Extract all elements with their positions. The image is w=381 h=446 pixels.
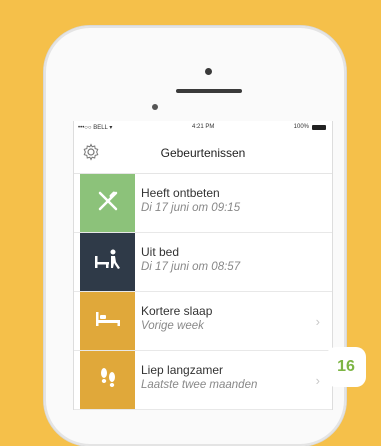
event-row-breakfast[interactable]: Heeft ontbeten Di 17 juni om 09:15 bbox=[74, 174, 332, 233]
nav-bar: Gebeurtenissen bbox=[74, 133, 332, 174]
page-title: Gebeurtenissen bbox=[160, 146, 246, 160]
event-tile bbox=[80, 292, 135, 350]
event-title: Liep langzamer bbox=[141, 363, 224, 377]
chevron-right-icon: › bbox=[315, 314, 320, 329]
camera-icon bbox=[205, 68, 212, 75]
event-tile bbox=[80, 351, 135, 409]
event-row-walked-slower[interactable]: Liep langzamer Laatste twee maanden › bbox=[74, 351, 332, 410]
battery-percent: 100% bbox=[293, 124, 309, 130]
event-row-shorter-sleep[interactable]: Kortere slaap Vorige week › bbox=[74, 292, 332, 351]
fork-knife-icon bbox=[95, 188, 121, 219]
sensor-dot bbox=[152, 104, 158, 110]
event-list: Heeft ontbeten Di 17 juni om 09:15 Uit b… bbox=[74, 174, 332, 410]
person-leaving-bed-icon bbox=[93, 248, 123, 277]
bed-icon bbox=[94, 310, 122, 333]
event-subtitle: Laatste twee maanden bbox=[141, 379, 258, 391]
event-row-out-of-bed[interactable]: Uit bed Di 17 juni om 08:57 bbox=[74, 233, 332, 292]
event-subtitle: Di 17 juni om 08:57 bbox=[141, 261, 241, 273]
page-number-badge: 16 bbox=[326, 347, 366, 387]
battery-icon bbox=[312, 124, 326, 130]
status-bar: •••○○ BELL ▾ 4:21 PM 100% bbox=[74, 121, 332, 133]
event-subtitle: Di 17 juni om 09:15 bbox=[141, 202, 241, 214]
chevron-right-icon: › bbox=[315, 373, 320, 388]
battery-status: 100% bbox=[294, 124, 326, 130]
event-tile bbox=[80, 174, 135, 232]
carrier-label: •••○○ BELL ▾ bbox=[78, 125, 113, 131]
phone-screen: •••○○ BELL ▾ 4:21 PM 100% Gebeurtenissen bbox=[73, 121, 333, 410]
event-title: Heeft ontbeten bbox=[141, 186, 220, 200]
event-title: Kortere slaap bbox=[141, 304, 213, 318]
clock: 4:21 PM bbox=[192, 124, 215, 130]
event-title: Uit bed bbox=[141, 245, 180, 259]
footprints-icon bbox=[97, 365, 119, 396]
event-subtitle: Vorige week bbox=[141, 320, 204, 332]
event-tile bbox=[80, 233, 135, 291]
speaker-grille bbox=[176, 89, 242, 93]
